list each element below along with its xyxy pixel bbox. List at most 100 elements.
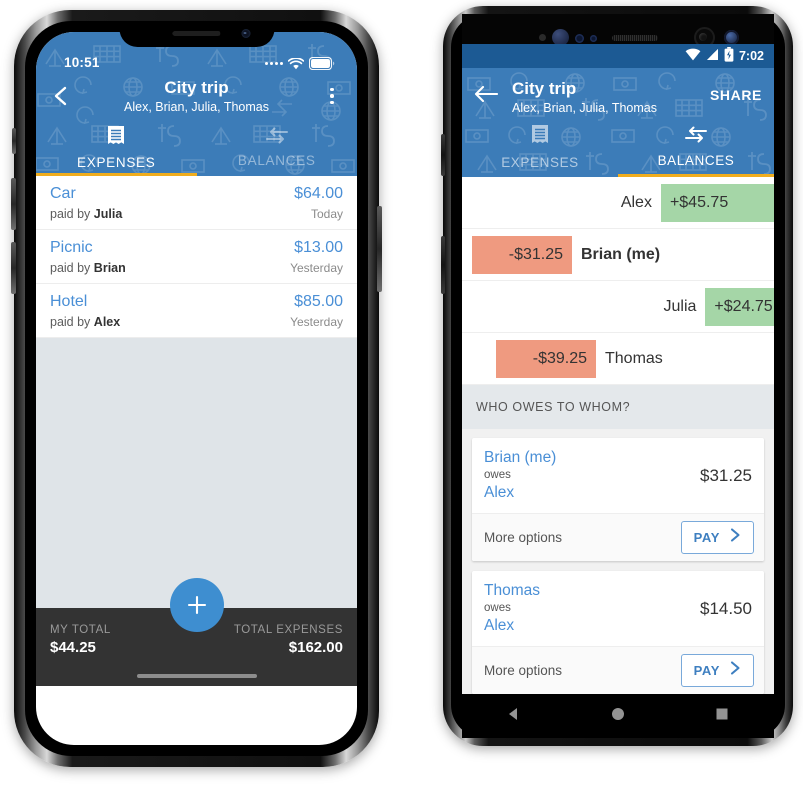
expense-date: Yesterday — [290, 315, 343, 329]
back-arrow-icon[interactable] — [474, 84, 499, 108]
list-item[interactable]: Hotel $85.00 paid by Alex Yesterday — [36, 284, 357, 338]
iphone-bottom-bar: MY TOTAL $44.25 TOTAL EXPENSES $162.00 — [36, 578, 357, 686]
balance-bar-negative: -$39.25 — [496, 339, 596, 378]
creditor-name: Alex — [484, 617, 515, 634]
expense-amount: $85.00 — [294, 293, 343, 310]
cellular-dots-icon — [265, 62, 283, 65]
transfer-arrows-icon — [684, 126, 708, 149]
android-volume-button[interactable] — [441, 134, 445, 176]
chevron-right-icon — [730, 528, 741, 547]
iphone-screen: 10:51 City trip Alex, Brian, Julia, Thom… — [36, 32, 357, 745]
iphone-silent-switch[interactable] — [12, 128, 16, 154]
iphone-volume-down-button[interactable] — [11, 242, 16, 294]
iphone-device: 10:51 City trip Alex, Brian, Julia, Thom… — [11, 10, 382, 767]
tab-balances-label: BALANCES — [237, 152, 316, 168]
my-total-value: $44.25 — [50, 639, 96, 656]
total-expenses-label: TOTAL EXPENSES — [233, 624, 343, 636]
front-camera-icon — [241, 29, 250, 38]
expense-payer: paid by Julia — [50, 207, 123, 221]
balance-bar-negative: -$31.25 — [472, 235, 572, 274]
earpiece-speaker — [612, 35, 658, 41]
pay-button-label: PAY — [693, 530, 720, 545]
secondary-camera-icon — [724, 30, 739, 45]
balance-name: Thomas — [605, 349, 663, 367]
android-power-button[interactable] — [441, 236, 445, 294]
transfer-arrows-icon — [265, 127, 289, 150]
more-options-button[interactable]: More options — [484, 530, 562, 545]
android-tab-bar: EXPENSES BALANCES — [462, 117, 774, 177]
share-button[interactable]: SHARE — [710, 87, 762, 103]
list-item[interactable]: Picnic $13.00 paid by Brian Yesterday — [36, 230, 357, 284]
debt-amount: $14.50 — [700, 598, 752, 618]
pay-button-label: PAY — [693, 663, 720, 678]
section-header: WHO OWES TO WHOM? — [462, 385, 774, 429]
proximity-sensor-icon — [539, 34, 546, 41]
tab-balances-label: BALANCES — [657, 153, 735, 168]
tab-balances[interactable]: BALANCES — [197, 118, 358, 176]
wifi-icon — [685, 48, 701, 64]
list-item[interactable]: Brian (me) owes Alex $31.25 More options… — [472, 438, 764, 561]
battery-charging-icon — [724, 47, 734, 65]
android-screen: 7:02 City trip Alex, Brian, Julia, Thoma… — [462, 44, 774, 699]
tab-expenses-label: EXPENSES — [501, 155, 579, 170]
expense-amount: $64.00 — [294, 185, 343, 202]
debts-list: Brian (me) owes Alex $31.25 More options… — [462, 429, 774, 694]
balance-name: Alex — [620, 193, 652, 211]
expense-date: Yesterday — [290, 261, 343, 275]
table-row[interactable]: -$39.25 Thomas — [462, 333, 774, 385]
signal-bars-icon — [706, 48, 719, 64]
table-row[interactable]: -$31.25 Brian (me) — [462, 229, 774, 281]
expense-name: Hotel — [50, 293, 88, 310]
balances-list: Alex +$45.75 -$31.25 Brian (me) Julia +$… — [462, 177, 774, 385]
creditor-name: Alex — [484, 484, 515, 501]
list-item[interactable]: Thomas owes Alex $14.50 More options PAY — [472, 571, 764, 694]
status-clock: 10:51 — [64, 55, 100, 70]
android-title-block: City trip Alex, Brian, Julia, Thomas — [512, 78, 710, 117]
tab-expenses[interactable]: EXPENSES — [462, 117, 618, 177]
tab-expenses[interactable]: EXPENSES — [36, 118, 197, 176]
nav-recents-square-icon[interactable] — [714, 706, 730, 727]
screenshot-stage: 10:51 City trip Alex, Brian, Julia, Thom… — [0, 0, 803, 794]
debtor-name: Brian (me) — [484, 449, 557, 466]
page-title: City trip — [512, 79, 577, 98]
expense-amount: $13.00 — [294, 239, 343, 256]
table-row[interactable]: Julia +$24.75 — [462, 281, 774, 333]
home-indicator[interactable] — [136, 674, 257, 678]
iphone-volume-up-button[interactable] — [11, 178, 16, 230]
back-chevron-icon[interactable] — [50, 85, 72, 107]
android-navigation-bar — [462, 694, 774, 738]
android-nav-bar: City trip Alex, Brian, Julia, Thomas SHA… — [462, 68, 774, 117]
android-status-bar: 7:02 — [462, 44, 774, 68]
debt-amount: $31.25 — [700, 465, 752, 485]
nav-back-triangle-icon[interactable] — [506, 706, 522, 727]
add-expense-fab[interactable] — [169, 578, 224, 632]
more-options-button[interactable]: More options — [484, 663, 562, 678]
receipt-icon — [530, 124, 550, 151]
tab-balances[interactable]: BALANCES — [618, 117, 774, 177]
iphone-tab-bar: EXPENSES BALANCES — [36, 118, 357, 176]
tab-active-indicator — [36, 173, 197, 176]
owes-label: owes — [484, 469, 511, 481]
table-row[interactable]: Alex +$45.75 — [462, 177, 774, 229]
android-device: 7:02 City trip Alex, Brian, Julia, Thoma… — [441, 6, 793, 746]
wifi-icon — [288, 57, 304, 70]
iphone-power-button[interactable] — [377, 206, 382, 292]
iphone-nav-bar: City trip Alex, Brian, Julia, Thomas — [36, 74, 357, 118]
my-total-block: MY TOTAL $44.25 — [50, 624, 111, 656]
list-item[interactable]: Car $64.00 paid by Julia Today — [36, 176, 357, 230]
expense-payer: paid by Brian — [50, 261, 126, 275]
android-top-bezel — [462, 14, 774, 48]
tab-expenses-label: EXPENSES — [77, 154, 156, 170]
iphone-title-block: City trip Alex, Brian, Julia, Thomas — [72, 78, 321, 115]
pay-button[interactable]: PAY — [680, 654, 754, 687]
expense-name: Picnic — [50, 239, 93, 256]
nav-home-circle-icon[interactable] — [610, 706, 626, 727]
balance-name: Brian (me) — [581, 245, 661, 263]
pay-button[interactable]: PAY — [680, 521, 754, 554]
battery-icon — [309, 57, 335, 70]
light-sensor-icon — [590, 35, 597, 42]
earpiece-speaker — [172, 31, 221, 36]
expense-list: Car $64.00 paid by Julia Today Picnic $1… — [36, 176, 357, 338]
kebab-menu-icon[interactable] — [321, 87, 343, 105]
page-subtitle: Alex, Brian, Julia, Thomas — [124, 99, 269, 114]
